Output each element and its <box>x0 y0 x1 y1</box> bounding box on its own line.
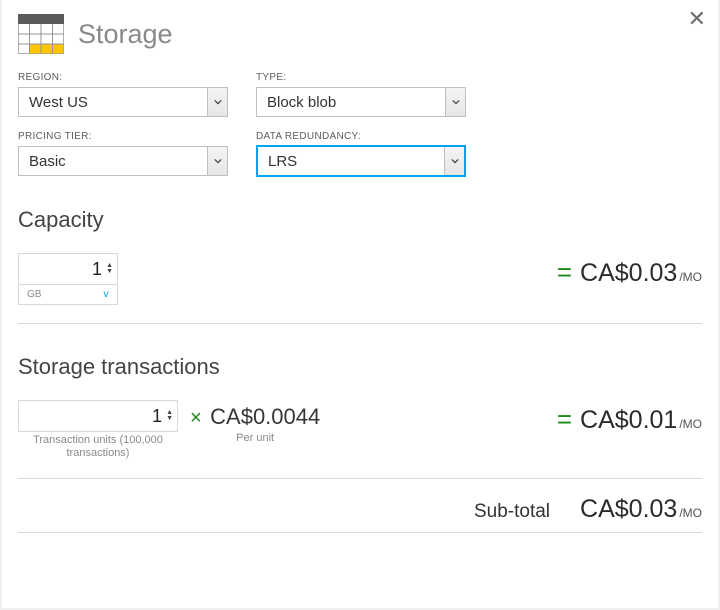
capacity-price: = CA$0.03 /MO <box>557 253 702 288</box>
chevron-down-icon <box>207 88 227 116</box>
region-select[interactable]: West US <box>18 87 228 117</box>
chevron-down-icon: ⅴ <box>103 289 109 300</box>
chevron-down-icon <box>207 147 227 175</box>
pricing-tier-select[interactable]: Basic <box>18 146 228 176</box>
region-value: West US <box>19 94 207 111</box>
equals-icon: = <box>557 257 572 288</box>
stepper-down-icon[interactable]: ▼ <box>166 416 173 422</box>
transactions-price-unit: /MO <box>679 417 702 431</box>
capacity-row: 1 ▲ ▼ GB ⅴ = CA$0.03 /MO <box>18 239 702 324</box>
subtotal-price: CA$0.03 <box>580 495 677 523</box>
tier-label: PRICING TIER: <box>18 131 228 142</box>
redundancy-value: LRS <box>258 153 444 170</box>
close-icon[interactable]: ✕ <box>688 8 706 30</box>
capacity-unit-select[interactable]: GB ⅴ <box>19 284 117 304</box>
per-unit-price: CA$0.0044 <box>210 404 320 429</box>
data-redundancy-select[interactable]: LRS <box>256 145 466 177</box>
region-label: REGION: <box>18 72 228 83</box>
type-value: Block blob <box>257 94 445 111</box>
capacity-value: 1 <box>92 259 104 280</box>
subtotal-row: Sub-total CA$0.03/MO <box>18 479 702 533</box>
quantity-stepper[interactable]: ▲ ▼ <box>106 263 113 275</box>
panel-title: Storage <box>78 19 173 50</box>
transactions-price-value: CA$0.01 <box>580 406 677 435</box>
type-label: TYPE: <box>256 72 466 83</box>
per-unit-block: × CA$0.0044 Per unit <box>190 400 320 444</box>
redundancy-label: DATA REDUNDANCY: <box>256 131 466 142</box>
chevron-down-icon <box>445 88 465 116</box>
transactions-value: 1 <box>152 406 164 427</box>
quantity-stepper[interactable]: ▲ ▼ <box>166 410 173 422</box>
type-select[interactable]: Block blob <box>256 87 466 117</box>
capacity-price-value: CA$0.03 <box>580 259 677 288</box>
transactions-input[interactable]: 1 ▲ ▼ <box>18 400 178 432</box>
stepper-down-icon[interactable]: ▼ <box>106 269 113 275</box>
per-unit-label: Per unit <box>190 432 320 444</box>
storage-icon <box>18 14 64 54</box>
equals-icon: = <box>557 404 572 435</box>
panel-header: Storage <box>18 14 702 54</box>
transactions-price: = CA$0.01 /MO <box>557 400 702 435</box>
capacity-heading: Capacity <box>18 207 702 233</box>
capacity-input[interactable]: 1 ▲ ▼ GB ⅴ <box>18 253 118 305</box>
transactions-heading: Storage transactions <box>18 354 702 380</box>
capacity-unit-label: GB <box>27 289 41 300</box>
subtotal-price-unit: /MO <box>679 506 702 520</box>
chevron-down-icon <box>444 147 464 175</box>
multiply-icon: × <box>190 407 202 429</box>
capacity-price-unit: /MO <box>679 270 702 284</box>
transactions-row: 1 ▲ ▼ Transaction units (100,000 transac… <box>18 386 702 479</box>
subtotal-label: Sub-total <box>474 501 550 523</box>
transactions-caption: Transaction units (100,000 transactions) <box>18 434 178 460</box>
tier-value: Basic <box>19 153 207 170</box>
